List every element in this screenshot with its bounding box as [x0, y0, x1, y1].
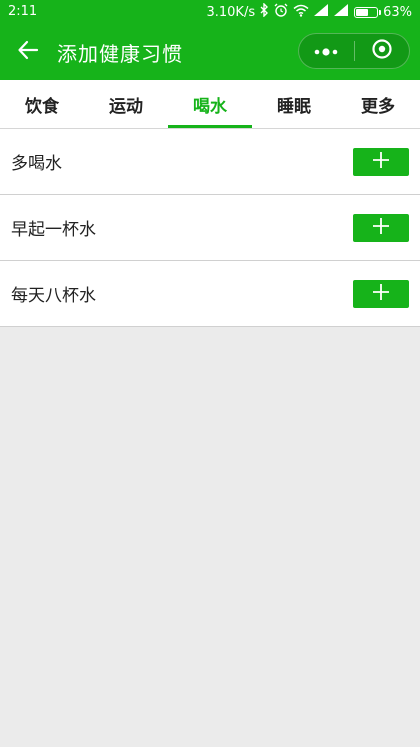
close-button[interactable]: [355, 34, 410, 68]
more-button[interactable]: [299, 34, 354, 68]
plus-icon: [372, 283, 390, 305]
page-title: 添加健康习惯: [57, 42, 183, 66]
habit-label: 多喝水: [11, 154, 62, 174]
close-target-icon: [371, 38, 393, 64]
battery-percent: 63%: [383, 4, 412, 20]
more-dots-icon: [313, 42, 339, 61]
alarm-icon: [274, 3, 288, 21]
status-right: 3.10K/s 63%: [206, 2, 412, 21]
habit-list: 多喝水 早起一杯水 每天八杯水: [0, 129, 420, 327]
status-bar: 2:11 3.10K/s 63%: [0, 0, 420, 24]
tab-exercise[interactable]: 运动: [84, 80, 168, 128]
tab-more[interactable]: 更多: [336, 80, 420, 128]
battery-icon: [354, 6, 382, 18]
add-habit-button[interactable]: [353, 148, 409, 176]
app-bar: 添加健康习惯: [0, 24, 420, 80]
plus-icon: [372, 151, 390, 173]
tab-sleep[interactable]: 睡眠: [252, 80, 336, 128]
signal-icon: [334, 4, 349, 20]
tab-water[interactable]: 喝水: [168, 80, 252, 128]
list-item: 多喝水: [0, 129, 420, 195]
plus-icon: [372, 217, 390, 239]
tab-diet[interactable]: 饮食: [0, 80, 84, 128]
list-item: 早起一杯水: [0, 195, 420, 261]
back-button[interactable]: [8, 32, 48, 72]
signal-icon: [314, 4, 329, 20]
category-tabs: 饮食 运动 喝水 睡眠 更多: [0, 80, 420, 129]
network-speed: 3.10K/s: [206, 4, 256, 20]
bluetooth-icon: [260, 2, 269, 21]
habit-label: 每天八杯水: [11, 286, 96, 306]
add-habit-button[interactable]: [353, 280, 409, 308]
menu-capsule: [298, 33, 410, 69]
arrow-left-icon: [17, 39, 39, 65]
add-habit-button[interactable]: [353, 214, 409, 242]
habit-label: 早起一杯水: [11, 220, 96, 240]
status-time: 2:11: [8, 4, 38, 19]
wifi-icon: [293, 4, 309, 21]
list-item: 每天八杯水: [0, 261, 420, 327]
